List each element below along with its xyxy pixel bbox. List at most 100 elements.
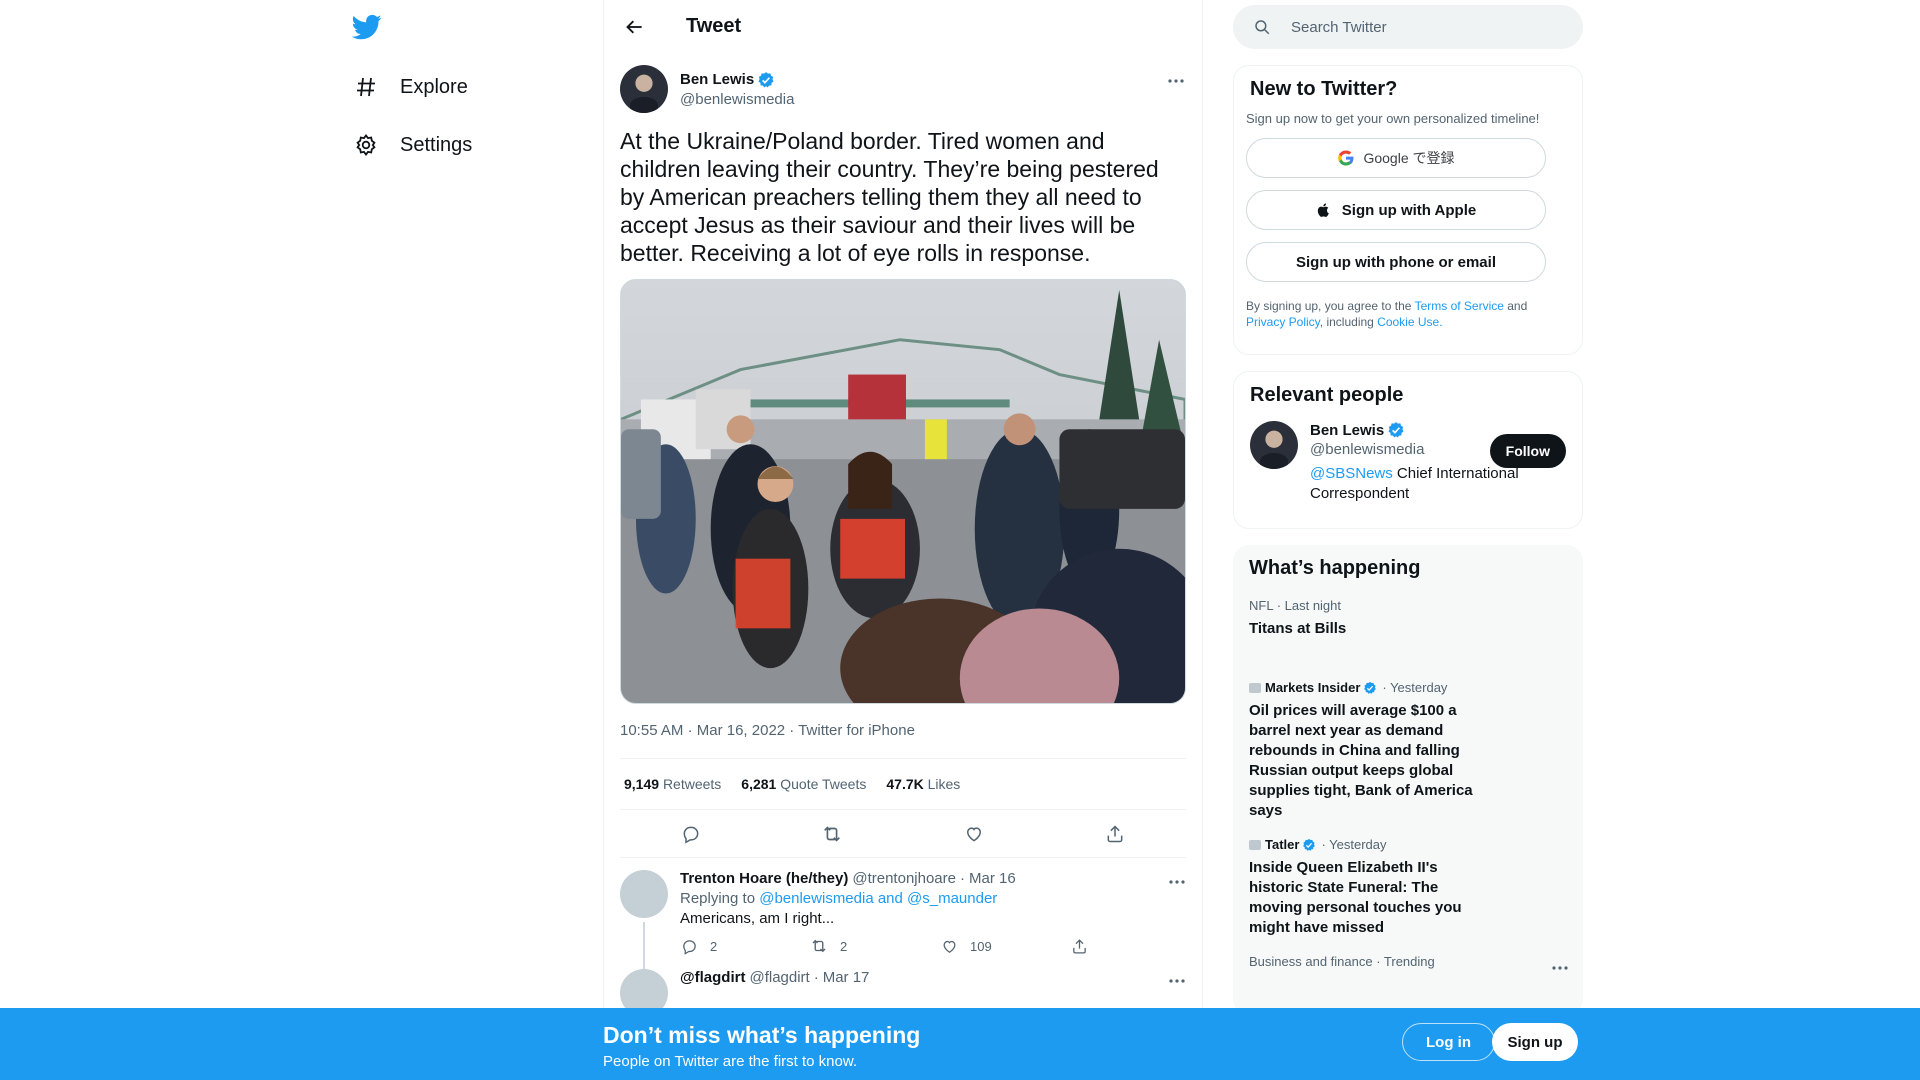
replying-prefix: Replying to	[680, 890, 756, 907]
google-signup-button[interactable]: Google で登録	[1246, 138, 1546, 178]
replying-to-link[interactable]: @benlewismedia and @s_maunder	[759, 890, 997, 907]
retweets-stat[interactable]: 9,149 Retweets	[624, 776, 721, 792]
like-button[interactable]: 109	[940, 937, 1070, 955]
tweet-time[interactable]: 10:55 AM	[620, 722, 683, 739]
verified-badge-icon	[1363, 681, 1377, 695]
reply-date[interactable]: Mar 16	[969, 870, 1016, 887]
retweets-count: 9,149	[624, 776, 660, 792]
dot-separator: ·	[813, 969, 819, 986]
retweet-button[interactable]: 2	[810, 937, 940, 955]
author-handle[interactable]: @benlewismedia	[680, 91, 794, 108]
like-heart-icon	[940, 937, 958, 955]
more-options-icon[interactable]	[1166, 71, 1186, 91]
trend-item[interactable]: Tatler · Yesterday Inside Queen Elizabet…	[1233, 821, 1583, 938]
nav-item-settings[interactable]: Settings	[352, 125, 472, 165]
reply-actions: 2 2 109	[680, 937, 1186, 955]
like-count: 109	[970, 938, 992, 954]
trend-item[interactable]: Business and finance · Trending	[1233, 938, 1583, 970]
likes-count: 47.7K	[886, 776, 924, 792]
author-name: Ben Lewis	[680, 71, 755, 88]
verified-badge-icon	[1387, 421, 1405, 439]
hashtag-icon	[352, 73, 380, 101]
twitter-bird-icon[interactable]	[351, 12, 384, 44]
more-options-icon[interactable]	[1168, 971, 1186, 989]
main-header: Tweet	[604, 0, 1202, 53]
reply-author-handle[interactable]: @trentonjhoare	[852, 870, 956, 887]
card-subtitle: Sign up now to get your own personalized…	[1246, 111, 1540, 126]
new-to-twitter-card: New to Twitter? Sign up now to get your …	[1233, 65, 1583, 355]
apple-signup-button[interactable]: Sign up with Apple	[1246, 190, 1546, 230]
search-bar[interactable]	[1233, 5, 1583, 49]
reply-author-name[interactable]: Trenton Hoare (he/they)	[680, 870, 848, 887]
trend-time: · Yesterday	[1321, 837, 1387, 852]
more-options-icon[interactable]	[1168, 872, 1186, 890]
trend-item[interactable]: NFL · Last night Titans at Bills	[1233, 580, 1583, 672]
share-icon[interactable]	[1098, 817, 1132, 851]
cookie-use-link[interactable]: Cookie Use.	[1377, 315, 1442, 329]
reply-text: Americans, am I right...	[680, 910, 835, 927]
likes-label: Likes	[927, 776, 961, 792]
quotes-stat[interactable]: 6,281 Quote Tweets	[741, 776, 866, 792]
main-column: Tweet Ben Lewis @benlewismedia At the Uk…	[603, 0, 1203, 1080]
tweet-actions	[620, 810, 1186, 858]
reply-date[interactable]: Mar 17	[823, 969, 870, 986]
trend-context: NFL · Last night	[1249, 598, 1342, 613]
dot-separator: ·	[959, 870, 965, 887]
person-bio: @SBSNews Chief International Corresponde…	[1310, 464, 1540, 504]
google-icon	[1337, 149, 1355, 167]
share-button[interactable]	[1070, 937, 1110, 955]
phone-email-signup-button[interactable]: Sign up with phone or email	[1246, 242, 1546, 282]
search-input[interactable]	[1291, 18, 1551, 36]
source-logo-icon	[1249, 839, 1261, 850]
quotes-count: 6,281	[741, 776, 777, 792]
reply-author-name[interactable]: @flagdirt	[680, 969, 745, 986]
terms-text: By signing up, you agree to the Terms of…	[1234, 298, 1582, 330]
card-title: What’s happening	[1249, 557, 1421, 579]
avatar[interactable]	[620, 65, 668, 113]
like-heart-icon[interactable]	[957, 817, 991, 851]
terms-of-service-link[interactable]: Terms of Service	[1415, 299, 1504, 313]
banner-subtitle: People on Twitter are the first to know.	[603, 1053, 858, 1070]
trend-headline: Titans at Bills	[1249, 620, 1347, 637]
signup-button[interactable]: Sign up	[1492, 1023, 1578, 1061]
likes-stat[interactable]: 47.7K Likes	[886, 776, 960, 792]
reply-icon[interactable]	[674, 817, 708, 851]
more-options-icon[interactable]	[1551, 958, 1569, 976]
back-arrow-icon[interactable]	[620, 12, 650, 42]
google-signup-label: Google で登録	[1363, 150, 1455, 166]
tweet-author: Ben Lewis @benlewismedia	[620, 63, 1186, 115]
nav-item-explore[interactable]: Explore	[352, 67, 468, 107]
reply-author-handle[interactable]: @flagdirt	[749, 969, 809, 986]
retweet-icon	[810, 937, 828, 955]
follow-button[interactable]: Follow	[1489, 434, 1566, 468]
source-logo-icon	[1249, 682, 1261, 693]
avatar[interactable]	[1250, 421, 1298, 469]
reply-tweet[interactable]: Trenton Hoare (he/they) @trentonjhoare ·…	[604, 858, 1202, 992]
share-icon	[1070, 937, 1088, 955]
card-title: Relevant people	[1250, 384, 1404, 406]
avatar[interactable]	[620, 870, 668, 918]
phone-email-signup-label: Sign up with phone or email	[1295, 253, 1496, 271]
login-button[interactable]: Log in	[1402, 1023, 1495, 1061]
tweet-client[interactable]: Twitter for iPhone	[798, 722, 915, 739]
relevant-people-card: Relevant people Ben Lewis @benlewismedia…	[1233, 371, 1583, 529]
tweet-photo[interactable]	[620, 279, 1186, 704]
retweet-icon[interactable]	[815, 817, 849, 851]
reply-button[interactable]: 2	[680, 937, 810, 955]
bio-mention-link[interactable]: @SBSNews	[1310, 465, 1393, 482]
trend-source: Tatler	[1265, 837, 1300, 852]
trend-time: · Yesterday	[1382, 680, 1448, 695]
tweet-date[interactable]: Mar 16, 2022	[697, 722, 785, 739]
privacy-policy-link[interactable]: Privacy Policy	[1246, 315, 1320, 329]
trend-context: Business and finance · Trending	[1249, 954, 1435, 969]
reply-count: 2	[710, 938, 718, 954]
retweets-label: Retweets	[662, 776, 722, 792]
trend-item[interactable]: Markets Insider · Yesterday Oil prices w…	[1233, 672, 1583, 821]
gear-icon	[352, 131, 380, 159]
nav-item-label: Explore	[400, 75, 468, 98]
whats-happening-card: What’s happening NFL · Last night Titans…	[1233, 545, 1583, 1015]
terms-and: and	[1503, 299, 1528, 313]
author-name-row[interactable]: Ben Lewis	[680, 71, 794, 89]
card-title: New to Twitter?	[1250, 78, 1398, 100]
replying-to: Replying to @benlewismedia and @s_maunde…	[680, 890, 1186, 907]
